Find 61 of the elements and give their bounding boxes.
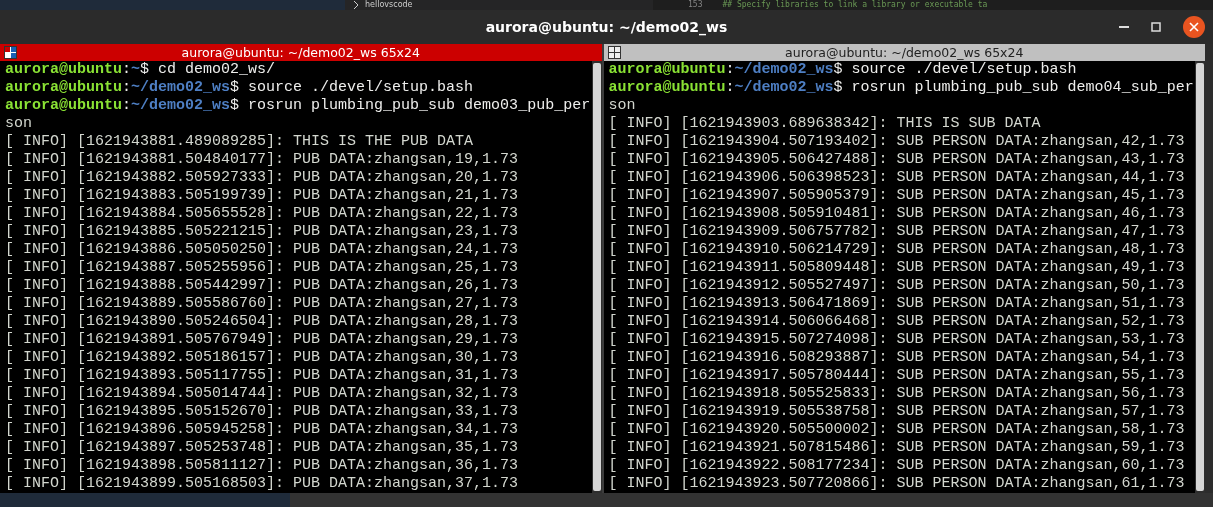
terminal-line: [ INFO] [1621943896.505945258]: PUB DATA:zhangsan,34,1.73 [5,421,520,439]
terminal-line: [ INFO] [1621943920.505500002]: SUB PERSON DATA:zhangsan,58,1.73 [608,421,1186,439]
terminal-line: [ INFO] [1621943921.507815486]: SUB PERSON DATA:zhangsan,59,1.73 [608,439,1186,457]
terminal-line: [ INFO] [1621943911.505809448]: SUB PERSON DATA:zhangsan,49,1.73 [608,259,1186,277]
terminal-line: [ INFO] [1621943918.505525833]: SUB PERSON DATA:zhangsan,56,1.73 [608,385,1186,403]
close-icon[interactable] [1183,16,1205,38]
terminal-line: [ INFO] [1621943907.505905379]: SUB PERSON DATA:zhangsan,45,1.73 [608,187,1186,205]
terminal-line: [ INFO] [1621943888.505442997]: PUB DATA:zhangsan,26,1.73 [5,277,520,295]
terminal-line: [ INFO] [1621943881.489089285]: THIS IS THE PUB DATA [5,133,475,151]
terminal-line: [ INFO] [1621943894.505014744]: PUB DATA:zhangsan,32,1.73 [5,385,520,403]
terminal-line: [ INFO] [1621943887.505255956]: PUB DATA:zhangsan,25,1.73 [5,259,520,277]
terminal-line: aurora@ubuntu:~/demo02_ws$ rosrun plumbing_pub_sub demo04_sub_per [608,79,1195,97]
terminal-line: [ INFO] [1621943899.505168503]: PUB DATA:zhangsan,37,1.73 [5,475,520,493]
line-number: 153 [688,0,703,10]
terminal-line: [ INFO] [1621943895.505152670]: PUB DATA:zhangsan,33,1.73 [5,403,520,421]
terminal-line: [ INFO] [1621943891.505767949]: PUB DATA:zhangsan,29,1.73 [5,331,520,349]
terminal-line: [ INFO] [1621943904.507193402]: SUB PERSON DATA:zhangsan,42,1.73 [608,133,1186,151]
terminal-line: [ INFO] [1621943889.505586760]: PUB DATA:zhangsan,27,1.73 [5,295,520,313]
pane-header[interactable]: aurora@ubuntu: ~/demo02_ws 65x24 [0,44,602,61]
scrollbar[interactable] [591,61,602,493]
terminal-line: [ INFO] [1621943915.507274098]: SUB PERSON DATA:zhangsan,53,1.73 [608,331,1186,349]
terminal-line: [ INFO] [1621943916.508293887]: SUB PERSON DATA:zhangsan,54,1.73 [608,349,1186,367]
terminal-line: [ INFO] [1621943884.505655528]: PUB DATA:zhangsan,22,1.73 [5,205,520,223]
terminal-line: [ INFO] [1621943890.505246504]: PUB DATA:zhangsan,28,1.73 [5,313,520,331]
terminal-line: [ INFO] [1621943922.508177234]: SUB PERSON DATA:zhangsan,60,1.73 [608,457,1186,475]
terminal-line: [ INFO] [1621943885.505221215]: PUB DATA:zhangsan,23,1.73 [5,223,520,241]
grid-icon[interactable] [607,46,621,59]
grid-icon[interactable] [4,46,17,59]
scrollbar[interactable] [1195,61,1205,493]
terminal-line: [ INFO] [1621943892.505186157]: PUB DATA:zhangsan,30,1.73 [5,349,520,367]
window-title: aurora@ubuntu: ~/demo02_ws [485,19,728,35]
terminal-line: [ INFO] [1621943909.506757782]: SUB PERSON DATA:zhangsan,47,1.73 [608,223,1186,241]
terminal-line: [ INFO] [1621943881.504840177]: PUB DATA:zhangsan,19,1.73 [5,151,520,169]
terminal-line: [ INFO] [1621943913.506471869]: SUB PERSON DATA:zhangsan,51,1.73 [608,295,1186,313]
terminal-line: [ INFO] [1621943914.506066468]: SUB PERSON DATA:zhangsan,52,1.73 [608,313,1186,331]
terminal-line: [ INFO] [1621943919.505538758]: SUB PERSON DATA:zhangsan,57,1.73 [608,403,1186,421]
chevron-icon [353,1,359,9]
terminal-line: [ INFO] [1621943886.505050250]: PUB DATA:zhangsan,24,1.73 [5,241,520,259]
terminal-line: aurora@ubuntu:~/demo02_ws$ rosrun plumbing_pub_sub demo03_pub_per [5,97,592,115]
terminal-line: [ INFO] [1621943883.505199739]: PUB DATA:zhangsan,21,1.73 [5,187,520,205]
terminal-line: aurora@ubuntu:~/demo02_ws$ source ./devel/setup.bash [5,79,475,97]
terminal-line: [ INFO] [1621943910.506214729]: SUB PERSON DATA:zhangsan,48,1.73 [608,241,1186,259]
pane-header[interactable]: aurora@ubuntu: ~/demo02_ws 65x24 [603,44,1205,61]
terminal-line: son [5,115,33,133]
terminal-line: [ INFO] [1621943893.505117755]: PUB DATA:zhangsan,31,1.73 [5,367,520,385]
terminal-line: [ INFO] [1621943898.505811127]: PUB DATA:zhangsan,36,1.73 [5,457,520,475]
terminal-line: son [608,97,637,115]
terminal-line: [ INFO] [1621943903.689638342]: THIS IS SUB DATA [608,115,1042,133]
terminal-line: aurora@ubuntu:~$ cd demo02_ws/ [5,61,277,79]
terminal-line: [ INFO] [1621943905.506427488]: SUB PERSON DATA:zhangsan,43,1.73 [608,151,1186,169]
maximize-icon[interactable] [1151,22,1161,32]
terminal-line: [ INFO] [1621943882.505927333]: PUB DATA:zhangsan,20,1.73 [5,169,520,187]
terminal-line: [ INFO] [1621943908.505910481]: SUB PERSON DATA:zhangsan,46,1.73 [608,205,1186,223]
tree-item[interactable]: hellovscode [365,0,413,10]
terminal-line: [ INFO] [1621943917.505780444]: SUB PERSON DATA:zhangsan,55,1.73 [608,367,1186,385]
terminal-line: aurora@ubuntu:~/demo02_ws$ source ./devel/setup.bash [608,61,1078,79]
terminal-line: [ INFO] [1621943923.507720866]: SUB PERSON DATA:zhangsan,61,1.73 [608,475,1186,493]
terminal-line: [ INFO] [1621943912.505527497]: SUB PERSON DATA:zhangsan,50,1.73 [608,277,1186,295]
code-line: ## Specify libraries to link a library or executable ta [722,0,988,10]
terminal-line: [ INFO] [1621943897.505253748]: PUB DATA:zhangsan,35,1.73 [5,439,520,457]
terminal-line: [ INFO] [1621943906.506398523]: SUB PERSON DATA:zhangsan,44,1.73 [608,169,1186,187]
